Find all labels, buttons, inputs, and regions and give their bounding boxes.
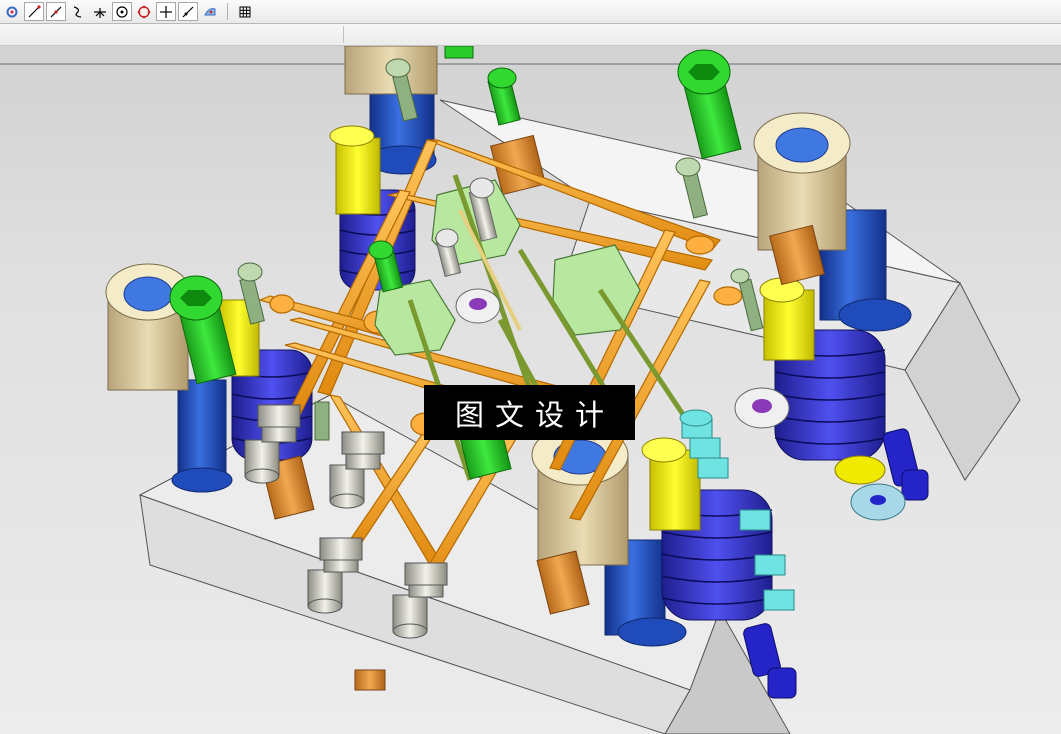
crosshair-point-icon xyxy=(160,5,172,18)
circle-center-icon xyxy=(116,5,128,18)
circle-center-button[interactable] xyxy=(112,2,132,21)
point-on-curve-icon xyxy=(182,6,194,17)
snap-settings-button[interactable] xyxy=(2,2,22,21)
toolbar-divider xyxy=(343,26,344,43)
circle-quadrant-button[interactable] xyxy=(134,2,154,21)
point-on-curve-button[interactable] xyxy=(178,2,198,21)
grid-icon xyxy=(239,6,251,17)
line-icon xyxy=(28,4,41,17)
crosshair-point-button[interactable] xyxy=(156,2,176,21)
toolbar-separator xyxy=(227,3,228,20)
snap-settings-icon xyxy=(6,6,18,17)
point-on-face-button[interactable] xyxy=(200,2,220,21)
line-angle-button[interactable] xyxy=(46,2,66,21)
intersection-point-button[interactable] xyxy=(90,2,110,21)
line-button[interactable] xyxy=(24,2,44,21)
graphics-viewport[interactable]: 图文设计 xyxy=(0,46,1061,734)
spline-icon xyxy=(73,5,82,18)
intersection-point-icon xyxy=(94,7,106,18)
watermark-label: 图文设计 xyxy=(424,385,635,440)
spline-button[interactable] xyxy=(68,2,88,21)
line-angle-icon xyxy=(50,6,62,17)
secondary-toolbar xyxy=(0,24,1061,46)
point-on-face-icon xyxy=(204,7,216,15)
grid-button[interactable] xyxy=(235,2,255,21)
top-toolbar xyxy=(0,0,1061,24)
circle-quadrant-icon xyxy=(137,5,151,18)
